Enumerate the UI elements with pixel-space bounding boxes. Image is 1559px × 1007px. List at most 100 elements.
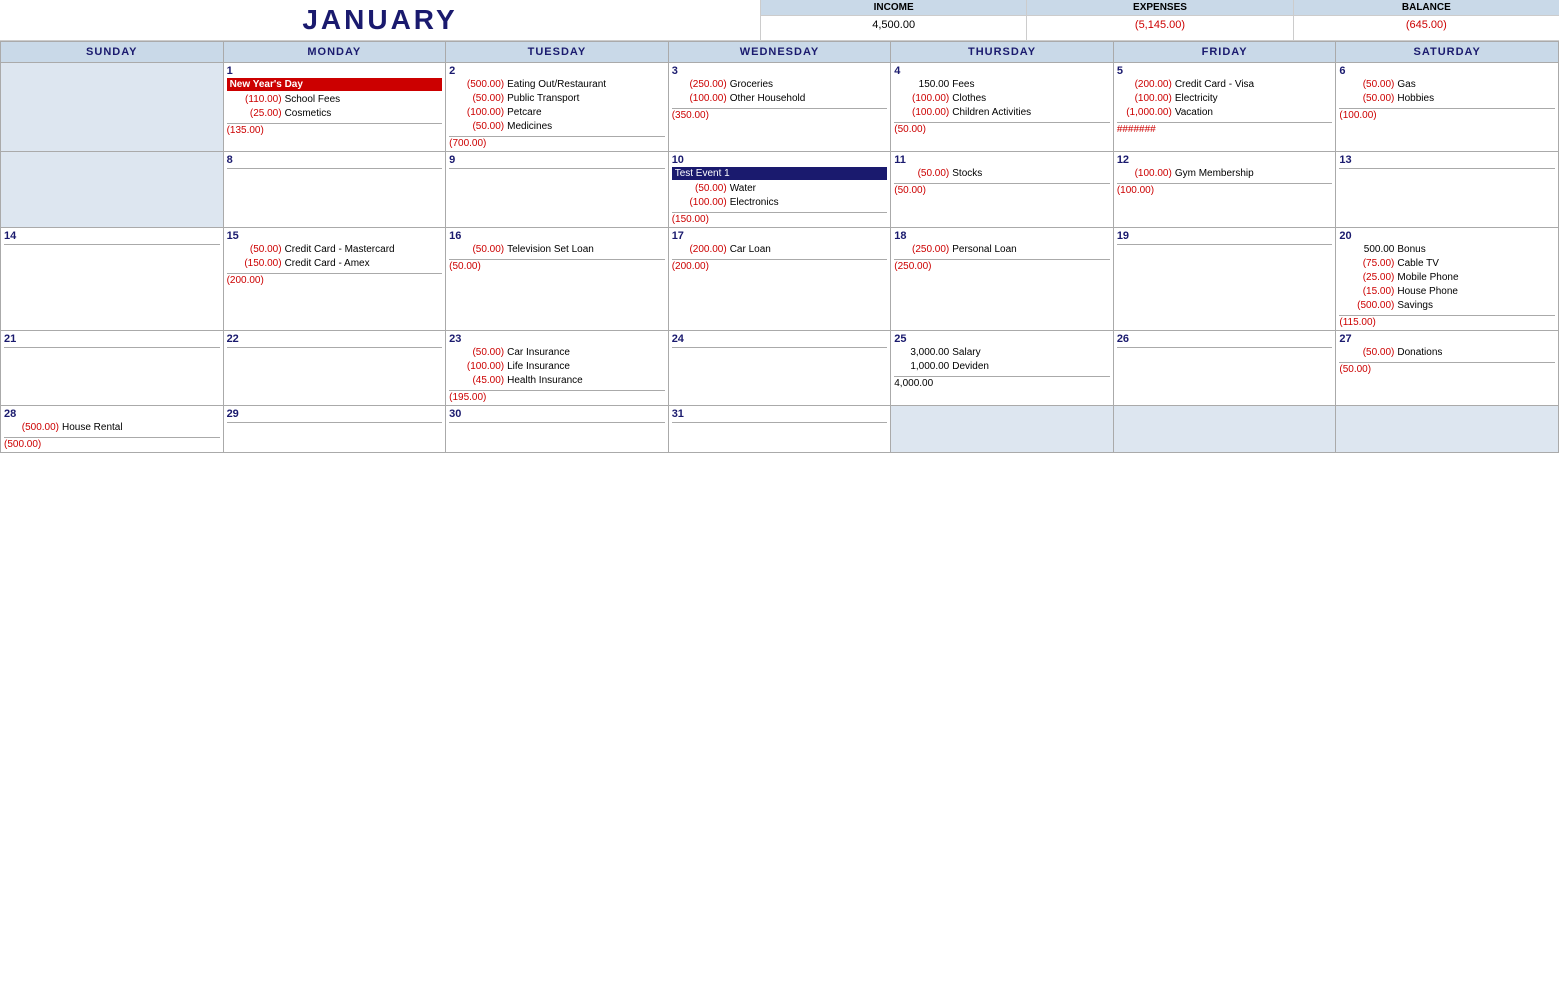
entry-description: Water	[730, 182, 756, 196]
day-total: #######	[1117, 122, 1333, 135]
day-number: 19	[1117, 230, 1333, 242]
entry-amount: 500.00	[1339, 243, 1394, 257]
entry-amount: (1,000.00)	[1117, 106, 1172, 120]
week-row-4: 21 22 23(50.00)Car Insurance(100.00)Life…	[1, 331, 1559, 406]
day-total: (350.00)	[672, 108, 888, 121]
entry-description: Electricity	[1175, 92, 1218, 106]
day-total-empty	[449, 422, 665, 435]
entry-description: Savings	[1397, 299, 1433, 313]
day-total: 4,000.00	[894, 376, 1110, 389]
week-row-3: 14 15(50.00)Credit Card - Mastercard(150…	[1, 228, 1559, 331]
entry-amount: (75.00)	[1339, 257, 1394, 271]
entry-amount: (50.00)	[449, 243, 504, 257]
day-cell: 20500.00Bonus(75.00)Cable TV(25.00)Mobil…	[1336, 228, 1559, 331]
day-total: (100.00)	[1117, 183, 1333, 196]
entry-amount: (25.00)	[1339, 271, 1394, 285]
entry-row: 1,000.00Deviden	[894, 360, 1110, 374]
day-cell: 26	[1113, 331, 1336, 406]
day-total: (100.00)	[1339, 108, 1555, 121]
day-number: 22	[227, 333, 443, 345]
day-total-empty	[4, 244, 220, 257]
entry-amount: (50.00)	[449, 120, 504, 134]
day-number: 20	[1339, 230, 1555, 242]
day-header-saturday: SATURDAY	[1336, 42, 1559, 63]
balance-value: (645.00)	[1294, 16, 1559, 34]
entry-row: (50.00)Public Transport	[449, 92, 665, 106]
entry-row: (50.00)Water	[672, 182, 888, 196]
day-cell	[1113, 406, 1336, 453]
day-cell: 9	[446, 152, 669, 228]
entry-amount: (50.00)	[1339, 78, 1394, 92]
entry-description: Credit Card - Mastercard	[285, 243, 395, 257]
entry-amount: (50.00)	[1339, 92, 1394, 106]
entry-amount: (25.00)	[227, 107, 282, 121]
entry-description: Fees	[952, 78, 974, 92]
entry-row: (50.00)Medicines	[449, 120, 665, 134]
entry-amount: (100.00)	[672, 92, 727, 106]
entry-amount: (200.00)	[672, 243, 727, 257]
day-number: 11	[894, 154, 1110, 166]
day-number: 8	[227, 154, 443, 166]
day-total: (700.00)	[449, 136, 665, 149]
day-cell: 28(500.00)House Rental(500.00)	[1, 406, 224, 453]
entry-description: Car Loan	[730, 243, 771, 257]
day-total: (50.00)	[894, 183, 1110, 196]
day-number: 24	[672, 333, 888, 345]
day-total-empty	[227, 422, 443, 435]
entry-amount: (200.00)	[1117, 78, 1172, 92]
day-total: (500.00)	[4, 437, 220, 450]
entry-amount: (100.00)	[894, 106, 949, 120]
entry-description: Clothes	[952, 92, 986, 106]
entry-description: Deviden	[952, 360, 989, 374]
day-cell: 23(50.00)Car Insurance(100.00)Life Insur…	[446, 331, 669, 406]
entry-description: Hobbies	[1397, 92, 1434, 106]
day-cell	[891, 406, 1114, 453]
entry-row: (100.00)Other Household	[672, 92, 888, 106]
header: JANUARY INCOME 4,500.00 EXPENSES (5,145.…	[0, 0, 1559, 41]
day-cell: 19	[1113, 228, 1336, 331]
day-total: (50.00)	[1339, 362, 1555, 375]
day-cell: 29	[223, 406, 446, 453]
day-header-wednesday: WEDNESDAY	[668, 42, 891, 63]
entry-description: Personal Loan	[952, 243, 1017, 257]
day-cell: 1New Year's Day(110.00)School Fees(25.00…	[223, 63, 446, 152]
entry-row: (50.00)Television Set Loan	[449, 243, 665, 257]
event-banner: New Year's Day	[227, 78, 443, 91]
entry-row: (50.00)Car Insurance	[449, 346, 665, 360]
day-total: (115.00)	[1339, 315, 1555, 328]
expenses-label: EXPENSES	[1027, 0, 1292, 16]
entry-row: (75.00)Cable TV	[1339, 257, 1555, 271]
entry-description: Cosmetics	[285, 107, 332, 121]
entry-description: Cable TV	[1397, 257, 1439, 271]
entry-row: (100.00)Clothes	[894, 92, 1110, 106]
income-label: INCOME	[761, 0, 1026, 16]
entry-amount: (500.00)	[4, 421, 59, 435]
day-number: 13	[1339, 154, 1555, 166]
entry-amount: (45.00)	[449, 374, 504, 388]
day-cell: 253,000.00Salary1,000.00Deviden4,000.00	[891, 331, 1114, 406]
day-number: 28	[4, 408, 220, 420]
entry-row: 500.00Bonus	[1339, 243, 1555, 257]
day-total-empty	[4, 347, 220, 360]
entry-row: (250.00)Groceries	[672, 78, 888, 92]
entry-amount: (100.00)	[894, 92, 949, 106]
entry-row: (100.00)Electronics	[672, 196, 888, 210]
summary-area: INCOME 4,500.00 EXPENSES (5,145.00) BALA…	[760, 0, 1559, 40]
entry-row: (100.00)Petcare	[449, 106, 665, 120]
entry-description: School Fees	[285, 93, 341, 107]
entry-amount: (500.00)	[1339, 299, 1394, 313]
entry-amount: (50.00)	[227, 243, 282, 257]
entry-row: (200.00)Credit Card - Visa	[1117, 78, 1333, 92]
day-cell: 14	[1, 228, 224, 331]
day-total: (200.00)	[672, 259, 888, 272]
day-number: 9	[449, 154, 665, 166]
day-number: 17	[672, 230, 888, 242]
entry-row: (250.00)Personal Loan	[894, 243, 1110, 257]
day-cell: 16(50.00)Television Set Loan(50.00)	[446, 228, 669, 331]
entry-description: Petcare	[507, 106, 541, 120]
day-number: 5	[1117, 65, 1333, 77]
day-cell: 5(200.00)Credit Card - Visa(100.00)Elect…	[1113, 63, 1336, 152]
entry-row: (45.00)Health Insurance	[449, 374, 665, 388]
day-header-thursday: THURSDAY	[891, 42, 1114, 63]
entry-amount: (250.00)	[672, 78, 727, 92]
